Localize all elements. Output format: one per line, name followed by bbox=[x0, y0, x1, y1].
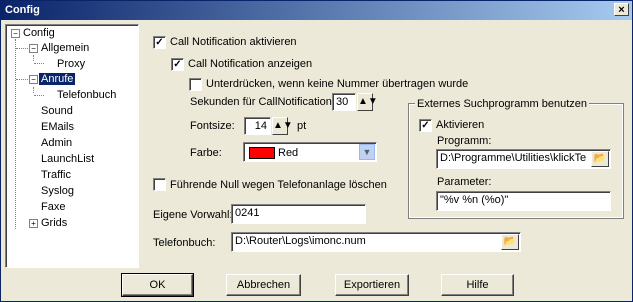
tree-line bbox=[16, 79, 28, 80]
activate-callnotification-label: Call Notification aktivieren bbox=[170, 36, 297, 48]
collapse-icon[interactable]: − bbox=[29, 44, 38, 53]
tree-item-faxe[interactable]: Faxe bbox=[41, 200, 65, 214]
color-select[interactable]: Red ▼ bbox=[243, 142, 377, 162]
own-prefix-input[interactable]: 0241 bbox=[231, 204, 366, 224]
config-window: Config × − Config − Allgemein Proxy − An… bbox=[0, 0, 633, 302]
fontsize-unit: pt bbox=[297, 120, 307, 132]
help-button[interactable]: Hilfe bbox=[441, 274, 514, 296]
tree-item-launchlist[interactable]: LaunchList bbox=[41, 152, 94, 166]
tree-item-anrufe[interactable]: Anrufe bbox=[39, 72, 76, 86]
tree-item-config[interactable]: Config bbox=[23, 26, 55, 40]
tree-item-label: Faxe bbox=[41, 201, 66, 213]
fontsize-input[interactable]: 14 bbox=[244, 117, 271, 135]
close-button[interactable]: × bbox=[614, 3, 629, 16]
expand-icon[interactable]: + bbox=[29, 219, 38, 228]
external-search-group-title: Externes Suchprogramm benutzen bbox=[415, 98, 589, 110]
config-tree[interactable]: − Config − Allgemein Proxy − Anrufe Tele… bbox=[5, 24, 139, 268]
tree-item-telefonbuch[interactable]: Telefonbuch bbox=[57, 88, 116, 102]
phonebook-label: Telefonbuch: bbox=[153, 237, 216, 249]
export-button[interactable]: Exportieren bbox=[335, 274, 409, 296]
tree-item-label: EMails bbox=[41, 121, 75, 133]
tree-item-label: Proxy bbox=[57, 58, 86, 70]
tree-item-label: Sound bbox=[41, 105, 73, 117]
tree-item-label: Admin bbox=[41, 137, 73, 149]
suppress-label: Unterdrücken, wenn keine Nummer übertrag… bbox=[206, 78, 469, 90]
program-input[interactable]: D:\Programme\Utilities\klickTe bbox=[436, 149, 611, 169]
ok-button[interactable]: OK bbox=[121, 273, 194, 297]
own-prefix-label: Eigene Vorwahl: bbox=[153, 209, 233, 221]
external-search-activate-checkbox[interactable]: ✓ bbox=[419, 119, 432, 132]
parameter-input[interactable]: "%v %n (%o)" bbox=[436, 191, 611, 211]
tree-item-syslog[interactable]: Syslog bbox=[41, 184, 74, 198]
tree-item-admin[interactable]: Admin bbox=[41, 136, 72, 150]
collapse-icon[interactable]: − bbox=[11, 29, 20, 38]
program-label: Programm: bbox=[437, 135, 492, 147]
seconds-label: Sekunden für CallNotification: bbox=[190, 96, 335, 108]
seconds-input[interactable]: 30 bbox=[332, 93, 356, 111]
tree-item-label: Grids bbox=[41, 217, 68, 229]
seconds-spinner-icon[interactable]: ▲▼ bbox=[357, 93, 378, 111]
suppress-checkbox[interactable] bbox=[189, 78, 202, 91]
phonebook-input[interactable]: D:\Router\Logs\imonc.num bbox=[231, 232, 521, 252]
title-bar[interactable]: Config × bbox=[1, 1, 632, 20]
tree-item-proxy[interactable]: Proxy bbox=[57, 57, 85, 71]
tree-item-sound[interactable]: Sound bbox=[41, 104, 73, 118]
color-value: Red bbox=[278, 147, 299, 159]
window-title: Config bbox=[5, 4, 40, 16]
parameter-label: Parameter: bbox=[437, 176, 492, 188]
activate-callnotification-checkbox[interactable]: ✓ bbox=[153, 36, 166, 49]
tree-line bbox=[34, 63, 44, 64]
tree-line bbox=[15, 39, 16, 229]
show-callnotification-label: Call Notification anzeigen bbox=[188, 58, 313, 70]
tree-item-label: Anrufe bbox=[39, 73, 76, 85]
fontsize-label: Fontsize: bbox=[190, 120, 235, 132]
tree-line bbox=[33, 55, 34, 61]
program-browse-folder-icon[interactable]: 📂 bbox=[591, 151, 609, 167]
tree-item-label: Syslog bbox=[41, 185, 75, 197]
fontsize-spinner-icon[interactable]: ▲▼ bbox=[272, 117, 293, 135]
tree-line bbox=[16, 48, 28, 49]
tree-item-traffic[interactable]: Traffic bbox=[41, 168, 71, 182]
tree-item-label: Allgemein bbox=[41, 42, 90, 54]
chevron-down-icon[interactable]: ▼ bbox=[359, 144, 375, 160]
show-callnotification-checkbox[interactable]: ✓ bbox=[171, 58, 184, 71]
leading-zero-label: Führende Null wegen Telefonanlage lösche… bbox=[170, 179, 387, 191]
collapse-icon[interactable]: − bbox=[29, 75, 38, 84]
tree-item-label: Telefonbuch bbox=[57, 89, 117, 101]
leading-zero-checkbox[interactable] bbox=[153, 178, 166, 191]
phonebook-browse-folder-icon[interactable]: 📂 bbox=[501, 234, 519, 250]
tree-line bbox=[34, 95, 44, 96]
tree-item-label: Config bbox=[23, 27, 55, 39]
tree-item-grids[interactable]: Grids bbox=[41, 216, 67, 230]
color-swatch bbox=[249, 147, 275, 159]
cancel-button[interactable]: Abbrechen bbox=[226, 274, 301, 296]
color-label: Farbe: bbox=[190, 147, 222, 159]
tree-item-emails[interactable]: EMails bbox=[41, 120, 74, 134]
tree-item-allgemein[interactable]: Allgemein bbox=[41, 41, 89, 55]
tree-line bbox=[33, 87, 34, 93]
external-search-activate-label: Aktivieren bbox=[436, 119, 485, 131]
tree-item-label: LaunchList bbox=[41, 153, 95, 165]
tree-item-label: Traffic bbox=[41, 169, 71, 181]
